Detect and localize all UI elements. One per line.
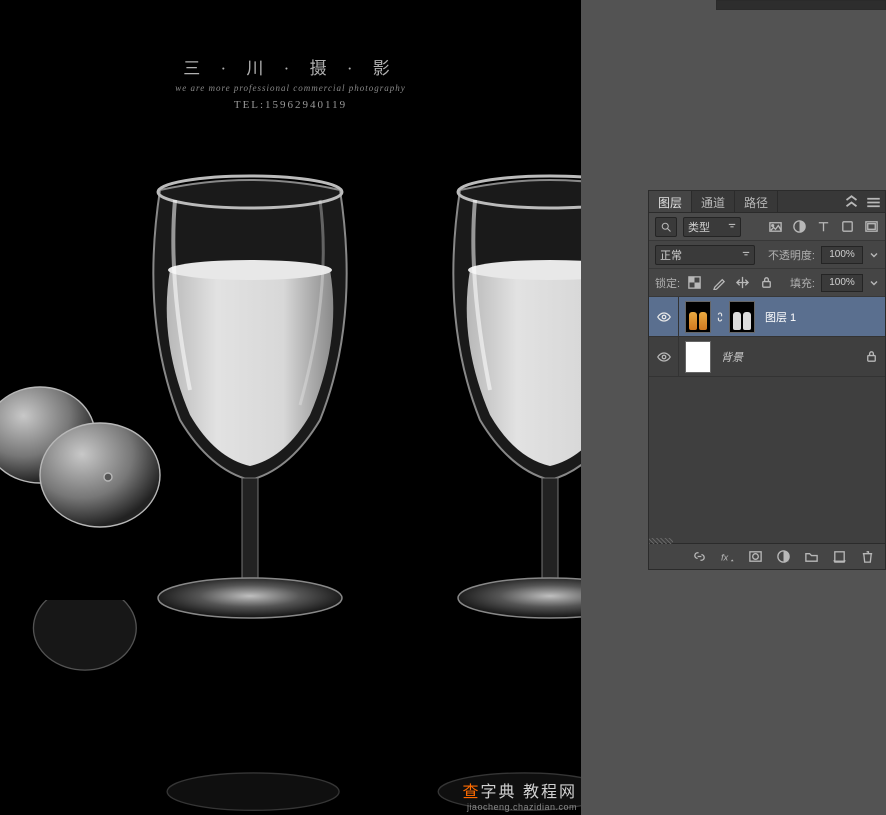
tab-paths[interactable]: 路径 xyxy=(735,191,778,212)
layers-panel-bottom-bar: fx xyxy=(649,543,885,569)
fill-slider-caret-icon[interactable] xyxy=(869,275,879,291)
tab-channels[interactable]: 通道 xyxy=(692,191,735,212)
panels-column: 图层 通道 路径 类型 xyxy=(581,0,886,815)
filter-smartobj-icon[interactable] xyxy=(863,219,879,235)
lock-fill-row: 锁定: 填充: 100% xyxy=(649,269,885,297)
opacity-label: 不透明度: xyxy=(768,247,815,263)
layer-thumbnail[interactable] xyxy=(685,301,711,333)
new-group-icon[interactable] xyxy=(803,549,819,565)
link-layers-icon[interactable] xyxy=(691,549,707,565)
layer-thumbnail[interactable] xyxy=(685,341,711,373)
blend-opacity-row: 正常 不透明度: 100% xyxy=(649,241,885,269)
layer-list[interactable]: 图层 1 背景 xyxy=(649,297,885,543)
layers-panel: 图层 通道 路径 类型 xyxy=(648,190,886,570)
blend-mode-dropdown[interactable]: 正常 xyxy=(655,245,755,265)
dropdown-caret-icon xyxy=(742,249,750,261)
opacity-value[interactable]: 100% xyxy=(821,246,863,264)
layer-name[interactable]: 图层 1 xyxy=(765,309,796,325)
filter-shape-icon[interactable] xyxy=(839,219,855,235)
opacity-slider-caret-icon[interactable] xyxy=(869,247,879,263)
layer-row-1[interactable]: 图层 1 xyxy=(649,297,885,337)
lock-label: 锁定: xyxy=(655,275,680,291)
new-adjustment-icon[interactable] xyxy=(775,549,791,565)
new-layer-icon[interactable] xyxy=(831,549,847,565)
filter-adjust-icon[interactable] xyxy=(791,219,807,235)
filter-kind-label: 类型 xyxy=(688,219,710,235)
filter-type-icon[interactable] xyxy=(815,219,831,235)
brand-domain: jiaocheng.chazidian.com xyxy=(463,802,578,812)
brand-part2: 字典 xyxy=(481,784,517,801)
layer-mask-thumbnail[interactable] xyxy=(729,301,755,333)
add-mask-icon[interactable] xyxy=(747,549,763,565)
panel-collapse-icon[interactable] xyxy=(843,194,859,210)
watermark-line3: TEL:15962940119 xyxy=(175,99,405,111)
document-canvas[interactable]: 三 · 川 · 摄 · 影 we are more professional c… xyxy=(0,0,581,815)
tab-layers[interactable]: 图层 xyxy=(649,191,692,212)
dropdown-caret-icon xyxy=(728,221,736,233)
layer-fx-icon[interactable]: fx xyxy=(719,549,735,565)
panel-menu-icon[interactable] xyxy=(865,194,881,210)
lock-position-icon[interactable] xyxy=(734,275,750,291)
visibility-toggle[interactable] xyxy=(649,297,679,336)
lock-pixels-icon[interactable] xyxy=(710,275,726,291)
lemons-image xyxy=(0,370,180,540)
site-watermark: 查字典 教程网 jiaocheng.chazidian.com xyxy=(463,778,578,812)
watermark-line2: we are more professional commercial phot… xyxy=(175,83,405,93)
fill-label: 填充: xyxy=(790,275,815,291)
fill-value[interactable]: 100% xyxy=(821,274,863,292)
layer-filter-row: 类型 xyxy=(649,213,885,241)
blend-mode-value: 正常 xyxy=(660,247,682,263)
collapsed-mini-panel[interactable] xyxy=(716,0,886,10)
brand-suffix: 教程网 xyxy=(523,784,577,801)
lock-transparency-icon[interactable] xyxy=(686,275,702,291)
visibility-toggle[interactable] xyxy=(649,337,679,376)
filter-pixel-icon[interactable] xyxy=(767,219,783,235)
filter-kind-dropdown[interactable]: 类型 xyxy=(683,217,741,237)
panel-tab-bar: 图层 通道 路径 xyxy=(649,191,885,213)
image-watermark-top: 三 · 川 · 摄 · 影 we are more professional c… xyxy=(175,54,405,111)
watermark-line1: 三 · 川 · 摄 · 影 xyxy=(175,54,405,79)
lock-all-icon[interactable] xyxy=(758,275,774,291)
layer-row-background[interactable]: 背景 xyxy=(649,337,885,377)
filter-search-dropdown[interactable] xyxy=(655,217,677,237)
brand-accent: 查 xyxy=(463,784,481,801)
mask-link-icon[interactable] xyxy=(713,311,727,323)
lock-icon xyxy=(863,349,879,365)
svg-text:fx: fx xyxy=(720,552,728,562)
delete-layer-icon[interactable] xyxy=(859,549,875,565)
layer-name[interactable]: 背景 xyxy=(721,349,743,365)
